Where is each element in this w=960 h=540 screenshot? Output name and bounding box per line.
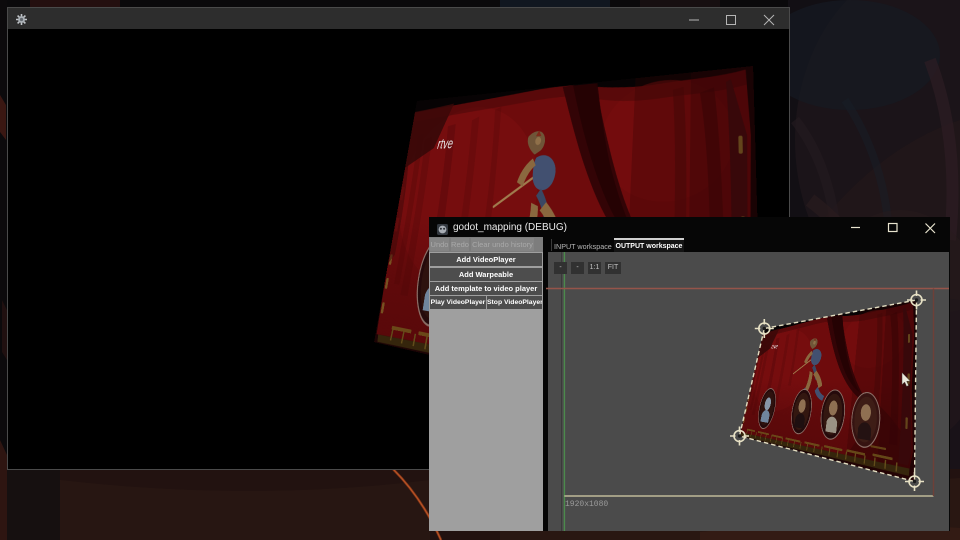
svg-text:1920x1080: 1920x1080: [565, 500, 608, 509]
